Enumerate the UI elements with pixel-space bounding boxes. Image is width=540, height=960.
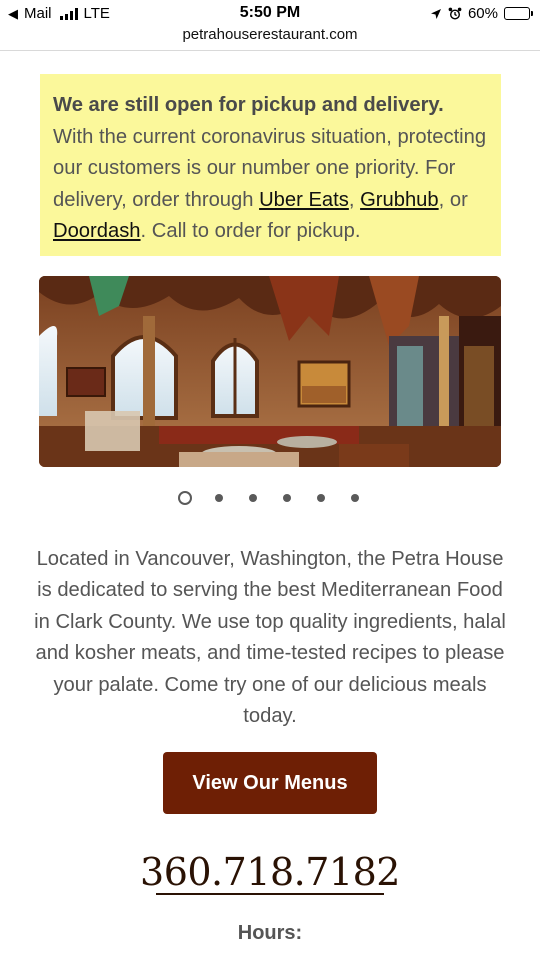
carousel-slide[interactable] (39, 276, 501, 467)
carousel-dot[interactable] (178, 491, 192, 505)
phone-underline (156, 893, 384, 895)
notice-separator: , or (438, 188, 468, 211)
battery-icon (504, 7, 533, 20)
status-bar: ◀ Mail LTE 5:50 PM 60% (0, 0, 540, 28)
carousel-dot[interactable] (283, 494, 291, 502)
carousel-dot[interactable] (249, 494, 257, 502)
covid-notice: We are still open for pickup and deliver… (40, 74, 501, 256)
carousel-dot[interactable] (351, 494, 359, 502)
url-bar[interactable]: petrahouserestaurant.com (0, 26, 540, 50)
notice-text-end: . Call to order for pickup. (140, 220, 361, 242)
status-right: 60% (430, 5, 533, 22)
battery-percent: 60% (467, 5, 498, 22)
carousel-dot[interactable] (215, 494, 223, 502)
carousel-indicators (0, 490, 540, 506)
phone-number-link[interactable]: 360.718.7182 (0, 850, 540, 894)
carousel-dot[interactable] (317, 494, 325, 502)
restaurant-interior-image (39, 276, 501, 467)
notice-separator: , (348, 188, 361, 211)
hours-heading: Hours: (237, 922, 303, 944)
grubhub-link[interactable]: Grubhub (360, 189, 439, 211)
alarm-icon (448, 7, 462, 19)
about-text: Located in Vancouver, Washington, the Pe… (34, 548, 506, 728)
view-menus-button[interactable]: View Our Menus (163, 752, 377, 814)
notice-headline: We are still open for pickup and deliver… (53, 94, 444, 116)
divider (0, 50, 540, 51)
uber-eats-link[interactable]: Uber Eats (259, 189, 349, 211)
location-icon (430, 8, 441, 19)
doordash-link[interactable]: Doordash (53, 220, 141, 242)
